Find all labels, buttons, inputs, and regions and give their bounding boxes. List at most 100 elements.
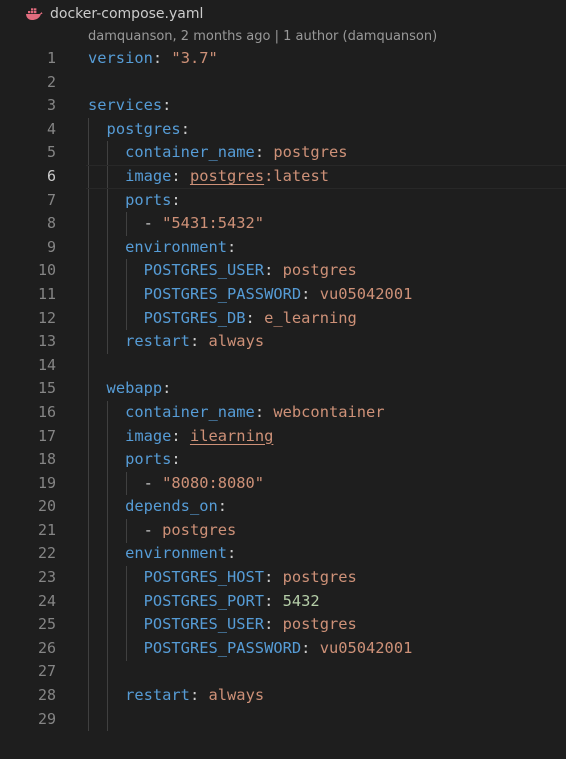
line-code[interactable]: - "5431:5432" bbox=[88, 212, 264, 236]
yaml-string: :latest bbox=[264, 166, 329, 185]
code-line[interactable]: 5 container_name: postgres bbox=[0, 141, 566, 165]
line-code[interactable]: POSTGRES_USER: postgres bbox=[88, 259, 357, 283]
code-line[interactable]: 29 bbox=[0, 708, 566, 732]
line-code[interactable]: depends_on: bbox=[88, 495, 227, 519]
line-code[interactable]: version: "3.7" bbox=[88, 47, 218, 71]
code-line[interactable]: 19 - "8080:8080" bbox=[0, 472, 566, 496]
line-number: 22 bbox=[37, 544, 56, 563]
code-line[interactable]: 23 POSTGRES_HOST: postgres bbox=[0, 566, 566, 590]
line-code[interactable]: POSTGRES_USER: postgres bbox=[88, 613, 357, 637]
yaml-string: postgres bbox=[162, 520, 237, 539]
git-blame-codelens[interactable]: damquanson, 2 months ago | 1 author (dam… bbox=[88, 29, 437, 49]
yaml-key: services bbox=[88, 96, 163, 115]
code-line[interactable]: 20 depends_on: bbox=[0, 495, 566, 519]
line-code[interactable]: image: ilearning bbox=[88, 425, 273, 449]
yaml-string-link[interactable]: ilearning bbox=[190, 427, 273, 445]
line-number: 10 bbox=[37, 261, 56, 280]
code-line[interactable]: 18 ports: bbox=[0, 448, 566, 472]
yaml-string: "5431:5432" bbox=[162, 214, 265, 233]
yaml-key: webapp bbox=[106, 379, 163, 398]
line-number: 20 bbox=[37, 497, 56, 516]
code-line[interactable]: 26 POSTGRES_PASSWORD: vu05042001 bbox=[0, 637, 566, 661]
line-code[interactable]: POSTGRES_PASSWORD: vu05042001 bbox=[88, 637, 413, 661]
code-line[interactable]: 25 POSTGRES_USER: postgres bbox=[0, 613, 566, 637]
code-line[interactable]: 13 restart: always bbox=[0, 330, 566, 354]
line-code[interactable]: POSTGRES_DB: e_learning bbox=[88, 307, 357, 331]
line-number: 18 bbox=[37, 450, 56, 469]
line-code[interactable]: ports: bbox=[88, 448, 181, 472]
yaml-key: ports bbox=[125, 450, 172, 469]
line-number: 12 bbox=[37, 308, 56, 327]
code-line[interactable]: 3 services: bbox=[0, 94, 566, 118]
yaml-string: e_learning bbox=[264, 308, 357, 327]
line-number: 4 bbox=[46, 119, 56, 138]
line-number: 25 bbox=[37, 615, 56, 634]
line-code[interactable]: - "8080:8080" bbox=[88, 472, 264, 496]
code-line[interactable]: 22 environment: bbox=[0, 542, 566, 566]
code-line[interactable]: 8 - "5431:5432" bbox=[0, 212, 566, 236]
yaml-punctuation: - bbox=[88, 214, 163, 233]
breadcrumb[interactable]: docker-compose.yaml bbox=[0, 0, 566, 28]
yaml-punctuation: : bbox=[171, 190, 181, 209]
code-lines[interactable]: 1 version: "3.7" 2 3 services: 4 postgres: 5 c… bbox=[0, 47, 566, 732]
yaml-key: POSTGRES_PASSWORD bbox=[143, 638, 302, 657]
yaml-string-link[interactable]: postgres bbox=[190, 167, 264, 185]
yaml-key: environment bbox=[125, 544, 228, 563]
code-line[interactable]: 11 POSTGRES_PASSWORD: vu05042001 bbox=[0, 283, 566, 307]
line-code[interactable]: webapp: bbox=[88, 377, 172, 401]
yaml-punctuation: : bbox=[171, 450, 181, 469]
line-number: 14 bbox=[37, 355, 56, 374]
yaml-key: POSTGRES_DB bbox=[143, 308, 246, 327]
yaml-punctuation bbox=[88, 497, 125, 515]
code-line[interactable]: 4 postgres: bbox=[0, 118, 566, 142]
line-code[interactable]: postgres: bbox=[88, 118, 190, 142]
line-code[interactable]: POSTGRES_PASSWORD: vu05042001 bbox=[88, 283, 413, 307]
code-line[interactable]: 16 container_name: webcontainer bbox=[0, 401, 566, 425]
code-line[interactable]: 9 environment: bbox=[0, 236, 566, 260]
code-line[interactable]: 1 version: "3.7" bbox=[0, 47, 566, 71]
code-line[interactable]: 10 POSTGRES_USER: postgres bbox=[0, 259, 566, 283]
line-number: 1 bbox=[46, 49, 56, 67]
code-line[interactable]: 7 ports: bbox=[0, 189, 566, 213]
code-line[interactable]: 14 bbox=[0, 354, 566, 378]
yaml-punctuation bbox=[88, 143, 125, 161]
yaml-punctuation bbox=[88, 332, 125, 350]
yaml-punctuation bbox=[88, 403, 125, 421]
line-code[interactable]: environment: bbox=[88, 542, 236, 566]
line-number: 23 bbox=[37, 568, 56, 587]
yaml-punctuation: : bbox=[189, 332, 209, 351]
yaml-punctuation: : bbox=[264, 591, 283, 610]
line-number: 11 bbox=[37, 284, 56, 303]
breadcrumb-filename[interactable]: docker-compose.yaml bbox=[50, 6, 203, 22]
line-code[interactable]: image: postgres:latest bbox=[88, 165, 329, 189]
yaml-punctuation bbox=[88, 427, 125, 445]
line-code[interactable]: - postgres bbox=[88, 519, 237, 543]
code-line[interactable]: 21 - postgres bbox=[0, 519, 566, 543]
line-code[interactable]: restart: always bbox=[88, 330, 264, 354]
yaml-string: postgres bbox=[282, 568, 357, 587]
line-code[interactable]: container_name: webcontainer bbox=[88, 401, 384, 425]
code-line[interactable]: 27 bbox=[0, 660, 566, 684]
yaml-string: postgres bbox=[273, 143, 348, 162]
yaml-punctuation: : bbox=[264, 615, 283, 634]
line-code[interactable]: services: bbox=[88, 94, 171, 118]
code-line[interactable]: 6 image: postgres:latest bbox=[0, 164, 566, 189]
line-code[interactable]: POSTGRES_PORT: 5432 bbox=[88, 590, 320, 614]
code-editor[interactable]: docker-compose.yaml damquanson, 2 months… bbox=[0, 0, 566, 759]
yaml-punctuation bbox=[88, 686, 125, 704]
code-line[interactable]: 12 POSTGRES_DB: e_learning bbox=[0, 307, 566, 331]
code-line[interactable]: 15 webapp: bbox=[0, 377, 566, 401]
code-line[interactable]: 24 POSTGRES_PORT: 5432 bbox=[0, 590, 566, 614]
line-number: 9 bbox=[46, 237, 56, 256]
code-line[interactable]: 2 bbox=[0, 71, 566, 95]
line-code[interactable]: ports: bbox=[88, 189, 181, 213]
code-line[interactable]: 17 image: ilearning bbox=[0, 425, 566, 449]
line-code[interactable]: container_name: postgres bbox=[88, 141, 348, 165]
line-code[interactable]: restart: always bbox=[88, 684, 264, 708]
code-line[interactable]: 28 restart: always bbox=[0, 684, 566, 708]
yaml-key: environment bbox=[125, 237, 228, 256]
yaml-string: vu05042001 bbox=[319, 638, 413, 657]
yaml-string: vu05042001 bbox=[319, 284, 413, 303]
line-code[interactable]: POSTGRES_HOST: postgres bbox=[88, 566, 357, 590]
line-code[interactable]: environment: bbox=[88, 236, 236, 260]
